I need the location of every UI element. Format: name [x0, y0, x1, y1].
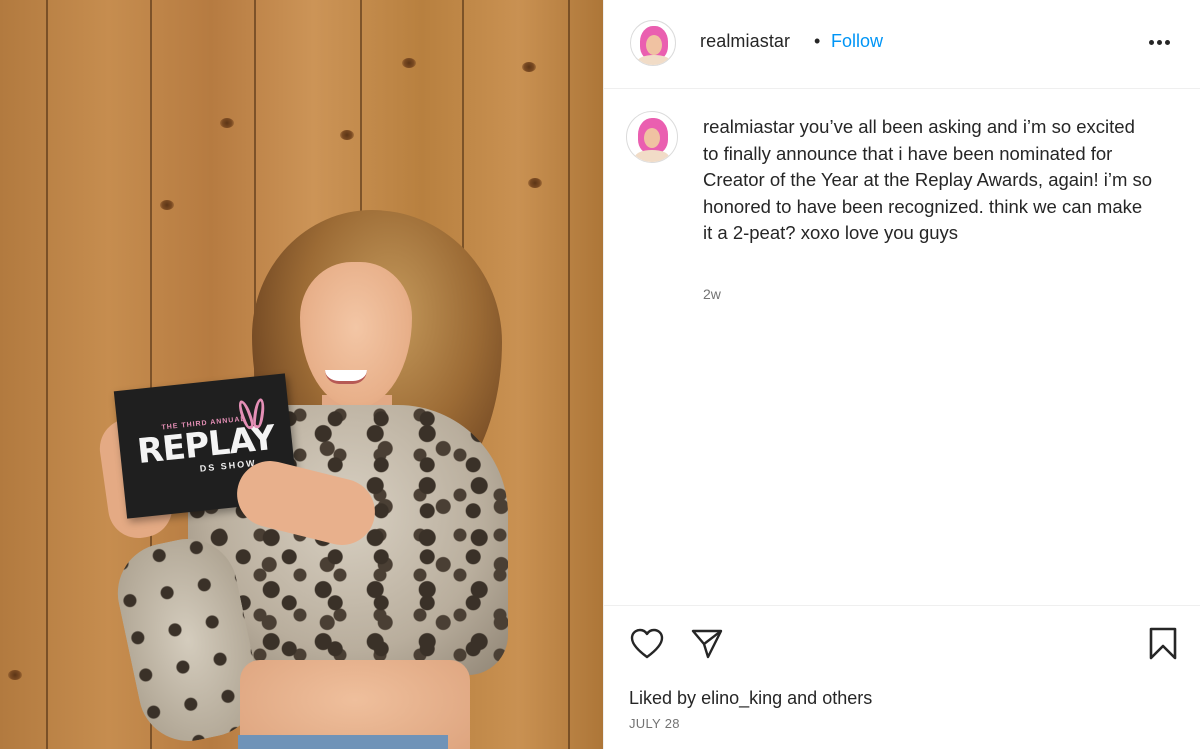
wood-knot — [402, 58, 416, 68]
username-link[interactable]: realmiastar — [700, 31, 790, 52]
post-photo[interactable]: THE THIRD ANNUAL REPLAY DS SHOW — [0, 0, 603, 749]
wood-knot — [528, 178, 542, 188]
likes-conjunction: and — [787, 688, 818, 708]
liked-by-user-link[interactable]: elino_king — [701, 688, 782, 708]
avatar[interactable] — [630, 20, 676, 66]
likes-summary: Liked by elino_king and others — [629, 688, 872, 709]
bookmark-icon[interactable] — [1148, 627, 1178, 661]
wood-knot — [340, 130, 354, 140]
person-jeans — [238, 735, 448, 749]
post-header: realmiastar • Follow — [604, 0, 1200, 89]
post-date: JULY 28 — [629, 716, 680, 731]
follow-button[interactable]: Follow — [831, 31, 883, 52]
wood-knot — [8, 670, 22, 680]
wood-plank-seam — [46, 0, 48, 749]
caption-timestamp[interactable]: 2w — [703, 286, 721, 302]
paper-plane-icon[interactable] — [690, 628, 724, 660]
caption-section: realmiastar you’ve all been asking and i… — [604, 90, 1200, 604]
separator-dot: • — [814, 31, 821, 51]
action-bar: Liked by elino_king and others JULY 28 — [604, 605, 1200, 749]
bunny-ears-logo — [236, 397, 270, 434]
likes-prefix: Liked by — [629, 688, 697, 708]
wood-knot — [160, 200, 174, 210]
wood-knot — [522, 62, 536, 72]
instagram-post: THE THIRD ANNUAL REPLAY DS SHOW realmias… — [0, 0, 1200, 749]
caption-username-link[interactable]: realmiastar — [703, 116, 795, 137]
wood-knot — [220, 118, 234, 128]
heart-icon[interactable] — [630, 628, 664, 660]
caption-text: realmiastar you’ve all been asking and i… — [703, 114, 1153, 247]
more-horizontal-icon[interactable] — [1144, 30, 1174, 54]
likes-others-link[interactable]: others — [822, 688, 872, 708]
wood-plank-seam — [568, 0, 570, 749]
caption-avatar[interactable] — [626, 111, 678, 163]
post-sidebar: realmiastar • Follow realmiastar you’ve … — [603, 0, 1200, 749]
